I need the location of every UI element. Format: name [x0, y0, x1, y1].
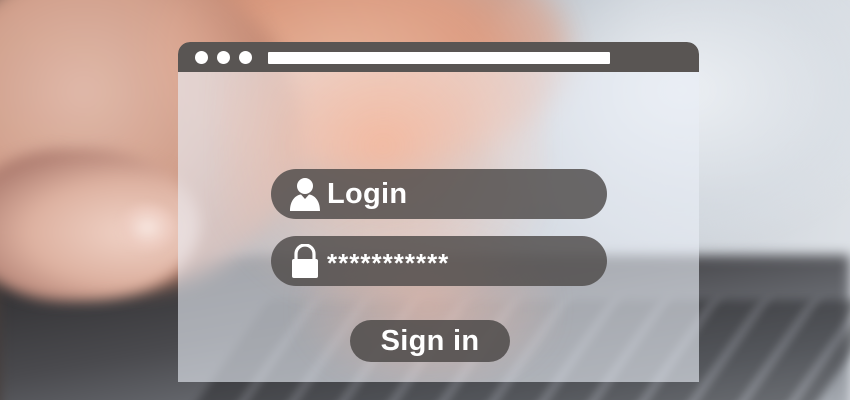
- address-bar[interactable]: [268, 52, 610, 64]
- user-icon: [289, 177, 321, 211]
- window-titlebar: [178, 42, 699, 72]
- lock-icon: [289, 243, 321, 278]
- window-dot-icon[interactable]: [217, 51, 230, 64]
- login-pane: Login *********** Sign in: [178, 72, 699, 382]
- login-field[interactable]: Login: [271, 169, 607, 219]
- browser-window: Login *********** Sign in: [178, 42, 699, 382]
- login-label: Login: [327, 178, 408, 210]
- password-field[interactable]: ***********: [271, 236, 607, 286]
- fingernail: [120, 205, 175, 250]
- window-dot-icon[interactable]: [239, 51, 252, 64]
- window-dot-icon[interactable]: [195, 51, 208, 64]
- sign-in-button[interactable]: Sign in: [350, 320, 510, 362]
- password-value: ***********: [327, 248, 450, 278]
